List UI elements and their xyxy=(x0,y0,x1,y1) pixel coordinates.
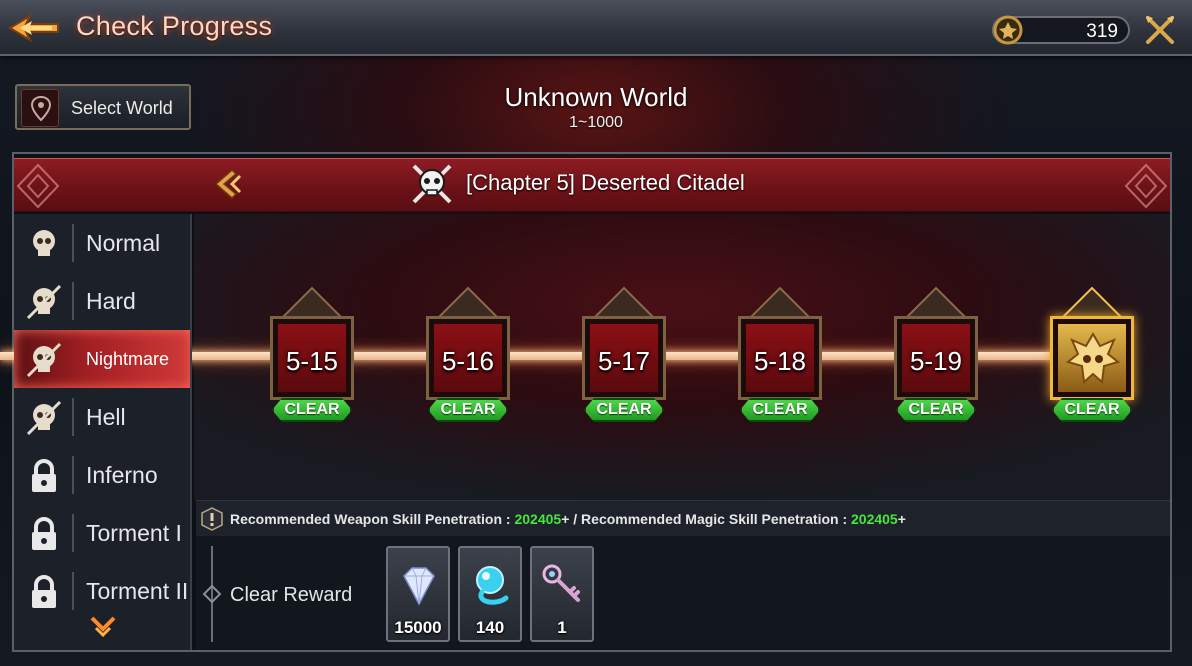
currency-display: 319 xyxy=(992,15,1130,45)
reward-item-spirit-orb[interactable]: 140 xyxy=(458,546,522,642)
spirit-orb-icon xyxy=(476,566,509,605)
world-name: Unknown World xyxy=(504,82,688,112)
back-arrow-icon xyxy=(8,13,59,43)
lock-icon xyxy=(32,517,56,550)
difficulty-label: Normal xyxy=(86,230,161,256)
lock-icon xyxy=(32,459,56,492)
clear-badge: CLEAR xyxy=(428,398,508,422)
stage-card[interactable]: 5-18 xyxy=(738,316,822,400)
stage-label: 5-18 xyxy=(753,346,807,376)
clear-badge: CLEAR xyxy=(584,398,664,422)
stage-card[interactable] xyxy=(1050,316,1134,400)
reward-item-diamond[interactable]: 15000 xyxy=(386,546,450,642)
stage-label: 5-17 xyxy=(597,346,651,376)
scroll-down-button[interactable] xyxy=(88,612,118,638)
chapter-title: [Chapter 5] Deserted Citadel xyxy=(466,170,745,195)
divider xyxy=(72,398,74,436)
key-icon xyxy=(542,564,580,602)
stage-card[interactable]: 5-16 xyxy=(426,316,510,400)
warning-icon xyxy=(201,507,223,531)
reward-item-key[interactable]: 1 xyxy=(530,546,594,642)
difficulty-label: Hell xyxy=(86,404,126,430)
top-bar: Check Progress 319 xyxy=(0,0,1192,56)
skull-crossbones-icon xyxy=(412,164,452,204)
difficulty-label: Torment I xyxy=(86,520,182,546)
skull-icon xyxy=(26,342,62,378)
reward-qty: 15000 xyxy=(394,618,442,637)
reward-qty: 1 xyxy=(557,618,567,637)
stage-node[interactable]: 5-17 CLEAR xyxy=(578,286,670,426)
difficulty-item-nightmare[interactable]: Nightmare xyxy=(14,330,190,388)
difficulty-item-hell[interactable]: Hell xyxy=(14,388,190,446)
clear-reward-label: Clear Reward xyxy=(230,584,353,606)
divider xyxy=(72,456,74,494)
medal-icon xyxy=(993,15,1023,45)
clear-badge: CLEAR xyxy=(896,398,976,422)
difficulty-list: Normal Hard Nightmare Hell Inferno Torment I T… xyxy=(14,214,192,650)
currency-value: 319 xyxy=(1086,21,1118,42)
world-range: 1~1000 xyxy=(569,114,623,131)
boss-stage[interactable]: CLEAR xyxy=(1046,286,1138,426)
stage-node[interactable]: 5-18 CLEAR xyxy=(734,286,826,426)
weapon-penetration-label: Recommended Weapon Skill Penetration : xyxy=(230,511,515,527)
difficulty-item-inferno[interactable]: Inferno xyxy=(14,446,190,504)
reward-qty: 140 xyxy=(475,618,505,637)
back-button[interactable] xyxy=(6,10,62,46)
divider xyxy=(72,514,74,552)
skull-icon xyxy=(26,400,62,436)
stage-card[interactable]: 5-19 xyxy=(894,316,978,400)
stage-label: 5-15 xyxy=(285,346,339,376)
ornament-icon xyxy=(202,584,222,604)
difficulty-label: Nightmare xyxy=(86,349,170,369)
skull-icon xyxy=(26,284,62,320)
left-ornament-icon xyxy=(16,163,60,209)
chevron-down-icon xyxy=(90,616,116,638)
right-ornament-icon xyxy=(1124,163,1168,209)
clear-badge: CLEAR xyxy=(272,398,352,422)
divider xyxy=(72,282,74,320)
crossed-swords-icon xyxy=(1146,16,1174,44)
stage-node[interactable]: 5-16 CLEAR xyxy=(422,286,514,426)
stage-label: 5-16 xyxy=(441,346,495,376)
diamond-icon xyxy=(403,567,435,606)
divider xyxy=(72,572,74,610)
recommendation-text: Recommended Weapon Skill Penetration : 2… xyxy=(230,511,906,527)
previous-chapter-button[interactable] xyxy=(210,166,244,202)
chevron-left-icon xyxy=(214,168,242,200)
clear-badge: CLEAR xyxy=(740,398,820,422)
stage-node[interactable]: 5-15 CLEAR xyxy=(266,286,358,426)
stage-label: 5-19 xyxy=(909,346,963,376)
divider xyxy=(72,224,74,262)
progress-screen: Check Progress 319 Select World Unknown … xyxy=(0,0,1192,666)
crossed-tools-button[interactable] xyxy=(1142,12,1178,48)
difficulty-label: Torment II xyxy=(86,578,189,604)
magic-penetration-value: 202405 xyxy=(851,511,898,527)
weapon-penetration-value: 202405 xyxy=(514,511,562,527)
suffix-text: + xyxy=(897,511,906,527)
magic-penetration-label: Recommended Magic Skill Penetration : xyxy=(581,511,851,527)
stage-card[interactable]: 5-15 xyxy=(270,316,354,400)
difficulty-item-torment-i[interactable]: Torment I xyxy=(14,504,190,562)
lock-icon xyxy=(32,575,56,608)
difficulty-item-normal[interactable]: Normal xyxy=(14,214,190,272)
stage-node[interactable]: 5-19 CLEAR xyxy=(890,286,982,426)
difficulty-label: Hard xyxy=(86,288,136,314)
clear-badge: CLEAR xyxy=(1052,398,1132,422)
boss-skull-icon xyxy=(1065,332,1121,385)
page-title: Check Progress xyxy=(76,11,273,41)
recommendation-row: Recommended Weapon Skill Penetration : 2… xyxy=(196,500,1170,536)
difficulty-label: Inferno xyxy=(86,462,158,488)
separator-text: + / xyxy=(561,511,582,527)
stage-card[interactable]: 5-17 xyxy=(582,316,666,400)
difficulty-item-hard[interactable]: Hard xyxy=(14,272,190,330)
skull-icon xyxy=(33,230,55,256)
